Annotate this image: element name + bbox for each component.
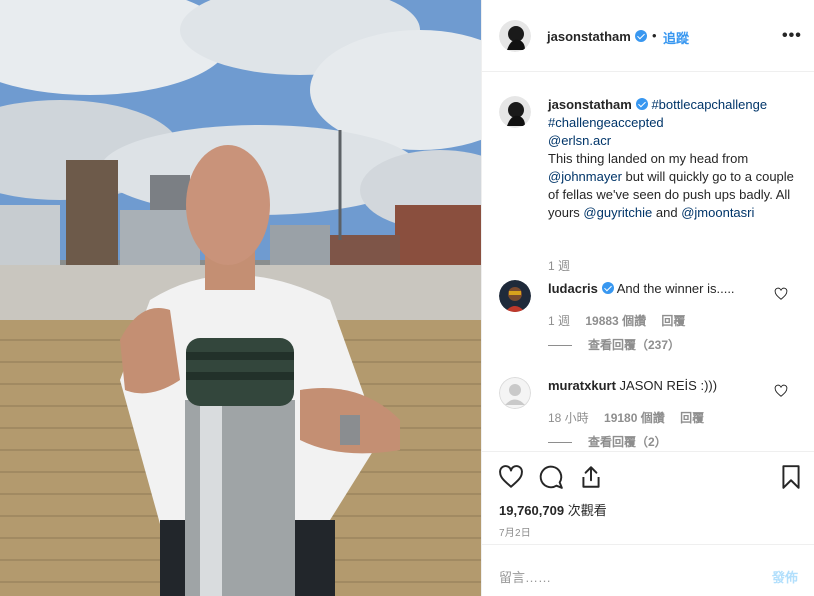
- comment-icon[interactable]: [538, 464, 564, 490]
- post-header: jasonstatham • 追蹤 •••: [482, 0, 814, 72]
- comment-timestamp[interactable]: 1 週: [548, 314, 570, 328]
- caption-sentence: and: [655, 205, 678, 220]
- comment-meta: 1 週 19883 個讚 回覆: [548, 312, 697, 329]
- verified-badge-icon: [635, 98, 648, 110]
- reply-button[interactable]: 回覆: [661, 314, 685, 328]
- hashtag-link[interactable]: #challengeaccepted: [548, 115, 664, 130]
- verified-badge-icon: [634, 30, 647, 42]
- mention-link[interactable]: @johnmayer: [548, 169, 622, 184]
- post-date[interactable]: 7月2日: [499, 524, 531, 539]
- comment-meta: 18 小時 19180 個讚 回覆: [548, 409, 716, 426]
- heart-icon[interactable]: [498, 464, 524, 490]
- add-comment-bar: 留言…… 發佈: [482, 544, 814, 596]
- comment-item: muratxkurt JASON REİS :))) 18 小時 19180 個…: [499, 377, 799, 449]
- comment-timestamp[interactable]: 18 小時: [548, 411, 589, 425]
- reply-button[interactable]: 回覆: [680, 411, 704, 425]
- hashtag-link[interactable]: #bottlecapchallenge: [651, 97, 767, 112]
- caption-author-avatar[interactable]: [499, 96, 531, 128]
- caption-timestamp[interactable]: 1 週: [548, 257, 570, 274]
- view-replies-button[interactable]: 查看回覆（2）: [548, 433, 667, 450]
- comment-item: ludacris And the winner is..... 1 週 1988…: [499, 280, 799, 360]
- comment-text: JASON REİS :))): [619, 378, 718, 393]
- comment-line: muratxkurt JASON REİS :))): [548, 377, 717, 395]
- post-comment-button[interactable]: 發佈: [772, 567, 798, 586]
- caption-text: jasonstatham #bottlecapchallenge #challe…: [548, 96, 798, 222]
- commenter-username[interactable]: muratxkurt: [548, 378, 616, 393]
- comment-like-count[interactable]: 19883 個讚: [585, 314, 646, 328]
- author-avatar[interactable]: [499, 20, 531, 52]
- post-video[interactable]: [0, 0, 481, 596]
- mention-link[interactable]: @erlsn.acr: [548, 133, 611, 148]
- more-options-icon[interactable]: •••: [782, 27, 802, 45]
- commenter-avatar[interactable]: [499, 280, 531, 312]
- like-comment-heart-icon[interactable]: [774, 384, 788, 398]
- mention-link[interactable]: @jmoontasri: [681, 205, 754, 220]
- view-replies-button[interactable]: 查看回覆（237）: [548, 336, 680, 353]
- comment-line: ludacris And the winner is.....: [548, 280, 735, 298]
- view-count[interactable]: 19,760,709 次觀看: [499, 500, 607, 519]
- comment-like-count[interactable]: 19180 個讚: [604, 411, 665, 425]
- caption-author-username[interactable]: jasonstatham: [548, 97, 648, 112]
- comment-text: And the winner is.....: [616, 281, 735, 296]
- like-comment-heart-icon[interactable]: [774, 287, 788, 301]
- share-icon[interactable]: [578, 464, 604, 490]
- mention-link[interactable]: @guyritchie: [583, 205, 652, 220]
- comment-input[interactable]: 留言……: [499, 567, 551, 586]
- separator-dot: •: [652, 28, 657, 43]
- post-panel: jasonstatham • 追蹤 ••• jasonstatham #bott…: [481, 0, 814, 596]
- bookmark-icon[interactable]: [778, 464, 804, 490]
- author-username[interactable]: jasonstatham: [547, 29, 647, 44]
- commenter-avatar[interactable]: [499, 377, 531, 409]
- caption-sentence: This thing landed on my head from: [548, 151, 749, 166]
- verified-badge-icon: [601, 282, 614, 294]
- video-frame-image: [0, 0, 481, 596]
- commenter-username[interactable]: ludacris: [548, 281, 614, 296]
- follow-button[interactable]: 追蹤: [663, 28, 689, 47]
